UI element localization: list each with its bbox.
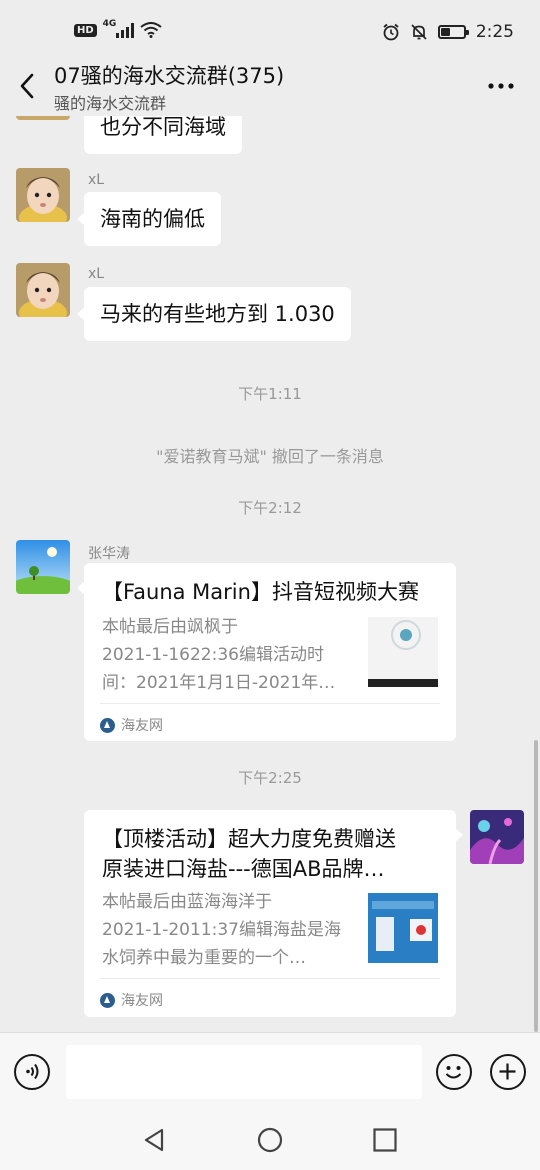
mute-icon xyxy=(411,24,427,40)
sender-name: xL xyxy=(88,266,105,282)
link-card[interactable]: 【Fauna Marin】抖音短视频大赛 本帖最后由飒枫于 2021-1-162… xyxy=(77,563,456,741)
group-title[interactable]: 07骚的海水交流群(375) xyxy=(54,60,284,90)
recall-notice: "爱诺教育马斌" 撤回了一条消息 xyxy=(156,447,384,466)
link-card-thumbnail xyxy=(368,617,438,687)
message-bubble[interactable]: 马来的有些地方到 1.030 xyxy=(77,287,351,341)
link-card-source: 海友网 xyxy=(100,990,163,1010)
link-card[interactable]: 【顶楼活动】超大力度免费赠送 原装进口海盐---德国AB品牌… 本帖最后由蓝海海… xyxy=(84,810,463,1017)
message-text: 海南的偏低 xyxy=(100,207,205,231)
avatar[interactable] xyxy=(16,116,70,120)
group-subtitle: 骚的海水交流群 xyxy=(54,94,167,113)
link-card-title: 【顶楼活动】超大力度免费赠送 原装进口海盐---德国AB品牌… xyxy=(102,827,396,881)
scrollbar[interactable] xyxy=(534,740,538,1032)
timestamp: 下午2:12 xyxy=(238,499,302,517)
network-type: 4G xyxy=(102,19,117,29)
alarm-icon xyxy=(383,23,399,41)
sender-name: xL xyxy=(88,172,105,188)
wifi-icon xyxy=(140,22,162,38)
timestamp: 下午2:25 xyxy=(238,769,302,787)
haiyou-logo-icon xyxy=(100,992,115,1008)
hd-badge: HD xyxy=(74,23,97,37)
voice-icon[interactable] xyxy=(14,1054,50,1090)
message-bubble[interactable]: 海南的偏低 xyxy=(77,192,221,246)
avatar[interactable] xyxy=(16,263,70,317)
avatar-self[interactable] xyxy=(470,810,524,864)
message-text: 也分不同海域 xyxy=(100,116,226,139)
haiyou-logo-icon xyxy=(100,717,115,733)
more-dots-icon[interactable] xyxy=(486,72,516,100)
plus-icon[interactable] xyxy=(490,1054,526,1090)
link-card-thumbnail xyxy=(368,893,438,963)
input-bar xyxy=(0,1032,540,1110)
status-time: 2:25 xyxy=(475,22,514,42)
nav-back-icon[interactable] xyxy=(140,1126,168,1154)
divider xyxy=(100,703,440,704)
message-text: 马来的有些地方到 1.030 xyxy=(100,302,335,326)
system-nav-bar xyxy=(0,1110,540,1170)
battery-icon xyxy=(437,25,469,39)
sender-name: 张华涛 xyxy=(88,546,130,562)
link-card-title: 【Fauna Marin】抖音短视频大赛 xyxy=(102,580,419,604)
status-bar: HD 4G 2:25 xyxy=(0,0,540,62)
divider xyxy=(100,978,440,979)
back-arrow-icon[interactable] xyxy=(14,70,42,102)
chat-area[interactable]: 也分不同海域 xL 海南的偏低 xL 马来的有些地方到 1.030 下午1:11… xyxy=(0,116,540,1032)
signal-icon xyxy=(116,22,135,38)
link-card-source: 海友网 xyxy=(100,715,163,735)
emoji-icon[interactable] xyxy=(436,1054,472,1090)
chat-header: 07骚的海水交流群(375) 骚的海水交流群 xyxy=(0,56,540,116)
message-input[interactable] xyxy=(66,1045,422,1099)
nav-recent-icon[interactable] xyxy=(371,1126,399,1154)
avatar[interactable] xyxy=(16,168,70,222)
timestamp: 下午1:11 xyxy=(238,385,302,403)
message-bubble[interactable]: 也分不同海域 xyxy=(84,116,242,154)
link-card-desc: 本帖最后由蓝海海洋于 2021-1-2011:37编辑海盐是海 水饲养中最为重要… xyxy=(102,892,341,968)
avatar[interactable] xyxy=(16,540,70,594)
nav-home-icon[interactable] xyxy=(256,1126,284,1154)
link-card-desc: 本帖最后由飒枫于 2021-1-1622:36编辑活动时 间：2021年1月1日… xyxy=(102,617,336,693)
